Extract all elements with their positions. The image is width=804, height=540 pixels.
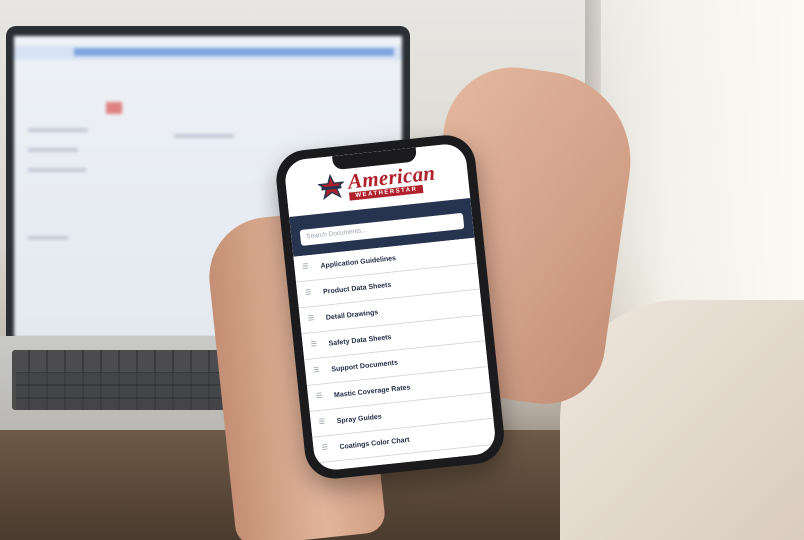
laptop-text-line: [28, 236, 68, 240]
list-icon: ☰: [321, 444, 329, 452]
logo-text: American WEATHERSTAR: [347, 160, 437, 201]
laptop-text-line: [28, 128, 88, 132]
laptop-accent-bar: [74, 48, 394, 56]
list-icon: ☰: [307, 314, 315, 323]
list-item-label: Detail Drawings: [325, 308, 379, 322]
list-icon: ☰: [324, 470, 333, 471]
list-item-label: Approvals & Certifications: [341, 460, 431, 472]
list-icon: ☰: [318, 418, 326, 427]
list-icon: ☰: [313, 366, 321, 375]
laptop-text-line: [28, 148, 78, 152]
list-icon: ☰: [310, 340, 318, 349]
list-item-label: Product Data Sheets: [322, 281, 392, 296]
laptop-text-line: [28, 168, 86, 172]
brand-logo[interactable]: American WEATHERSTAR: [317, 160, 437, 203]
list-icon: ☰: [304, 289, 312, 297]
phone-shell: American WEATHERSTAR ☰ Application Guide…: [273, 132, 507, 482]
phone-body: American WEATHERSTAR ☰ Application Guide…: [273, 132, 507, 482]
list-item-label: Application Guidelines: [320, 254, 397, 270]
list-icon: ☰: [302, 263, 310, 271]
list-item-label: Safety Data Sheets: [328, 333, 392, 348]
star-logo-icon: [317, 173, 346, 200]
list-item-label: Mastic Coverage Rates: [333, 383, 411, 399]
list-item-label: Spray Guides: [336, 412, 383, 425]
list-item-label: Coatings Color Chart: [339, 436, 410, 451]
laptop-red-icon: [106, 102, 122, 114]
document-list: ☰ Application Guidelines ☰ Product Data …: [293, 237, 497, 472]
phone-screen: American WEATHERSTAR ☰ Application Guide…: [283, 142, 497, 472]
list-item-label: Support Documents: [330, 358, 399, 373]
list-icon: ☰: [315, 392, 323, 401]
laptop-text-line: [174, 134, 234, 138]
